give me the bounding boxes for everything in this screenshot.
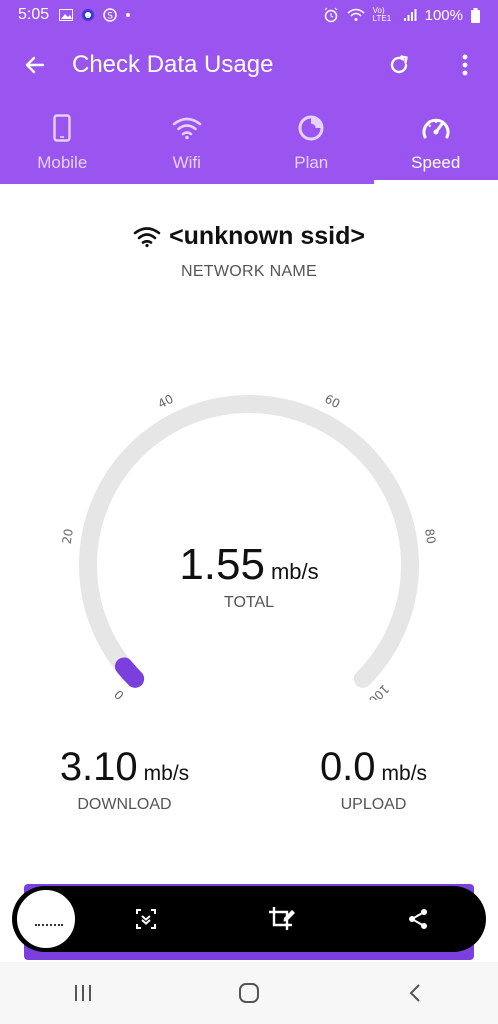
network-ssid: <unknown ssid> [169, 222, 365, 250]
download-speed: 3.10 mb/s DOWNLOAD [0, 745, 249, 814]
phone-icon [53, 114, 71, 142]
tab-label: Speed [411, 153, 461, 172]
gallery-icon [59, 9, 74, 21]
battery-percent: 100% [424, 6, 463, 24]
page-title: Check Data Usage [72, 51, 274, 78]
app-status-icon [82, 9, 95, 21]
wifi-icon [172, 117, 202, 140]
wifi-status-icon [347, 8, 365, 21]
gauge-tick-label: 40 [156, 392, 176, 411]
chevron-left-icon [409, 984, 420, 1002]
tab-label: Mobile [37, 153, 88, 172]
total-unit: mb/s [270, 559, 319, 584]
refresh-icon [390, 55, 408, 74]
scroll-capture-button[interactable] [78, 886, 214, 952]
recent-apps-icon [75, 985, 91, 1001]
total-speed: 1.55 mb/s TOTAL [0, 540, 498, 612]
share-button[interactable] [350, 886, 486, 952]
dot-icon [126, 13, 131, 17]
tab-wifi[interactable]: Wifi [125, 100, 250, 184]
status-time: 5:05 [18, 6, 50, 23]
refresh-button[interactable] [366, 30, 432, 100]
home-icon [239, 983, 259, 1003]
crop-edit-button[interactable] [214, 886, 350, 952]
screenshot-thumbnail[interactable] [14, 887, 78, 951]
signal-icon [403, 9, 417, 21]
download-label: DOWNLOAD [77, 796, 172, 813]
chart-icon [298, 115, 324, 141]
recent-apps-button[interactable] [43, 962, 123, 1024]
svg-text:S: S [107, 12, 113, 22]
skype-icon: S [103, 8, 117, 22]
scroll-capture-icon [136, 909, 156, 929]
system-nav-bar [0, 962, 498, 1024]
upload-value: 0.0 [319, 745, 376, 789]
screenshot-toolbar [12, 886, 486, 952]
tab-label: Wifi [172, 153, 201, 172]
arrow-left-icon [25, 56, 45, 74]
system-back-button[interactable] [375, 962, 455, 1024]
tab-mobile[interactable]: Mobile [0, 100, 125, 184]
network-name-label: NETWORK NAME [180, 263, 318, 280]
upload-label: UPLOAD [340, 796, 407, 813]
download-unit: mb/s [143, 762, 190, 785]
share-icon [409, 909, 427, 929]
tab-label: Plan [294, 153, 329, 172]
gauge-fill [114, 657, 145, 688]
upload-unit: mb/s [381, 762, 428, 785]
more-options-button[interactable] [432, 30, 498, 100]
wifi-icon [133, 226, 161, 247]
gauge-tick-label: 60 [322, 392, 342, 411]
home-button[interactable] [209, 962, 289, 1024]
network-type-label: Vo) LTE1 [372, 6, 392, 23]
battery-icon [471, 7, 480, 23]
tab-speed[interactable]: Speed [373, 100, 498, 184]
crop-edit-icon [269, 907, 295, 930]
total-value: 1.55 [179, 540, 265, 589]
total-label: TOTAL [223, 594, 275, 611]
app-bar: Check Data Usage [0, 30, 498, 100]
status-bar: 5:05 S Vo) LTE1 100% [0, 0, 498, 30]
more-vertical-icon [462, 54, 468, 76]
alarm-icon [324, 7, 337, 23]
tab-plan[interactable]: Plan [249, 100, 374, 184]
gauge-tick-label: 0 [112, 687, 127, 700]
upload-speed: 0.0 mb/s UPLOAD [249, 745, 498, 814]
download-value: 3.10 [59, 745, 138, 789]
speedometer-icon [422, 118, 450, 139]
tab-bar: Mobile Wifi Plan Speed [0, 100, 498, 184]
back-button[interactable] [0, 30, 70, 100]
network-info: <unknown ssid> NETWORK NAME [0, 222, 498, 281]
